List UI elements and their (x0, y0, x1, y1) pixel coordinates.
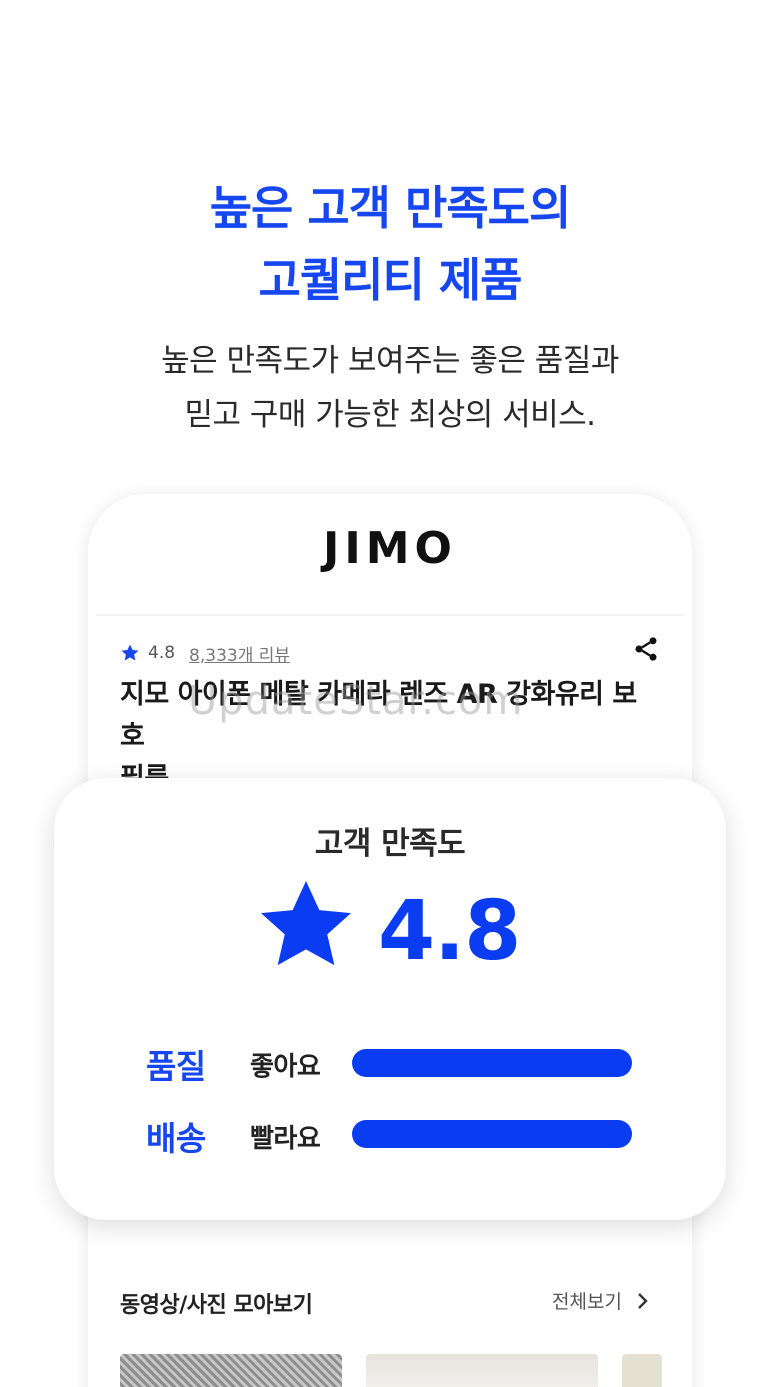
promo-screen: 높은 고객 만족도의 고퀄리티 제품 높은 만족도가 보여주는 좋은 품질과 믿… (0, 0, 780, 1387)
product-rating-value: 4.8 (148, 643, 176, 663)
subheadline: 높은 만족도가 보여주는 좋은 품질과 믿고 구매 가능한 최상의 서비스. (0, 334, 780, 442)
headline-line-2: 고퀄리티 제품 (258, 253, 523, 307)
star-icon (121, 644, 139, 661)
review-count-link[interactable]: 8,333개 리뷰 (189, 641, 290, 666)
product-rating-row: 4.8 8,333개 리뷰 (120, 640, 290, 666)
headline-line-1: 높은 고객 만족도의 (209, 181, 572, 235)
metric-delivery-value: 빨라요 (250, 1124, 321, 1154)
subheadline-line-1: 높은 만족도가 보여주는 좋은 품질과 (161, 343, 619, 379)
metric-quality-label: 품질 (146, 1047, 206, 1086)
satisfaction-score: 4.8 (378, 884, 521, 979)
rating-star-icon (261, 881, 351, 966)
gallery-thumbnail[interactable] (120, 1354, 342, 1387)
metric-delivery-bar (352, 1120, 632, 1148)
metric-quality-value: 좋아요 (250, 1052, 321, 1082)
gallery-thumbnail[interactable] (622, 1354, 662, 1387)
metric-delivery-label: 배송 (146, 1119, 206, 1158)
share-icon[interactable] (632, 635, 660, 663)
gallery-thumbnail[interactable] (366, 1354, 598, 1387)
chevron-right-icon (638, 1292, 648, 1309)
gallery-section-title: 동영상/사진 모아보기 (120, 1293, 313, 1318)
headline: 높은 고객 만족도의 고퀄리티 제품 (0, 172, 780, 316)
subheadline-line-2: 믿고 구매 가능한 최상의 서비스. (184, 397, 596, 433)
satisfaction-title: 고객 만족도 (314, 826, 466, 862)
metric-quality-bar (352, 1049, 632, 1077)
brand-logo: JIMO (323, 523, 457, 574)
see-all-link[interactable]: 전체보기 (552, 1287, 650, 1314)
header-divider (96, 614, 684, 616)
watermark: UpdateStar.com (188, 678, 524, 724)
see-all-label: 전체보기 (552, 1291, 622, 1313)
